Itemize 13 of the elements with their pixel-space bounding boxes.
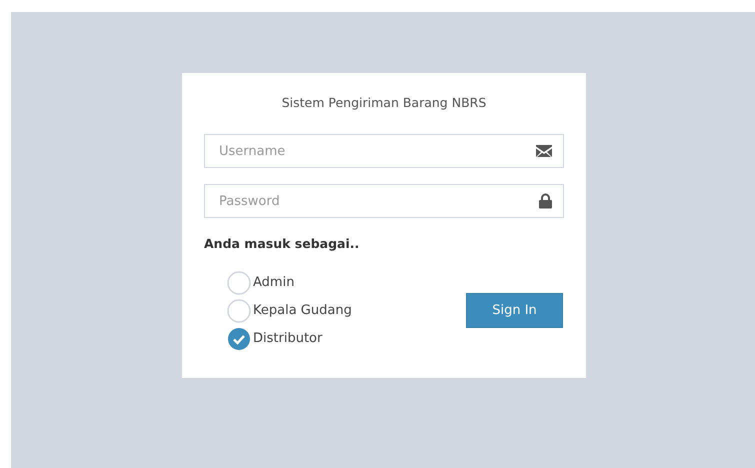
lock-icon xyxy=(539,194,552,208)
input-field[interactable]: Password xyxy=(204,184,564,218)
role-label: Anda masuk sebagai.. xyxy=(204,235,360,253)
envelope-icon xyxy=(536,145,552,157)
radio-button[interactable] xyxy=(227,270,251,294)
radio-label[interactable]: Kepala Gudang xyxy=(253,303,352,318)
input-field[interactable]: Username xyxy=(204,134,564,168)
sign-in-button[interactable]: Sign In xyxy=(466,293,563,328)
radio-button[interactable] xyxy=(227,326,251,350)
radio-label[interactable]: Admin xyxy=(253,275,294,290)
app-title: Sistem Pengiriman Barang NBRS xyxy=(280,94,488,112)
radio-button[interactable] xyxy=(227,298,251,322)
radio-label[interactable]: Distributor xyxy=(253,331,322,346)
